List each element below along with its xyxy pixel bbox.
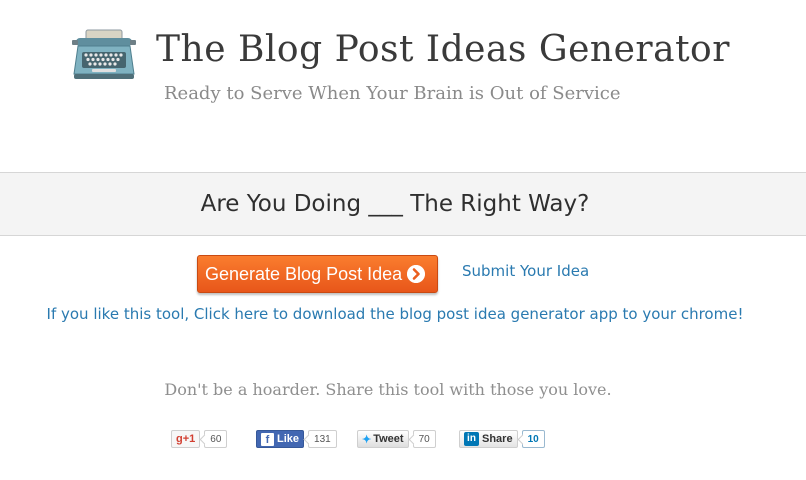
linkedin-share-button[interactable]: in Share [459, 430, 518, 448]
generate-idea-button[interactable]: Generate Blog Post Idea [197, 255, 438, 293]
linkedin-label: Share [482, 433, 513, 445]
linkedin-icon: in [464, 432, 479, 446]
generate-idea-label: Generate Blog Post Idea [205, 263, 403, 284]
chrome-app-link[interactable]: If you like this tool, Click here to dow… [0, 305, 790, 323]
twitter-count: 70 [412, 430, 436, 448]
facebook-count: 131 [308, 430, 337, 448]
google-plus-count: 60 [204, 430, 228, 448]
twitter-bird-icon: ✦ [362, 433, 372, 446]
idea-display: Are You Doing ___ The Right Way? [0, 172, 806, 236]
linkedin-count: 10 [521, 430, 545, 448]
facebook-label: Like [277, 433, 300, 445]
typewriter-icon [72, 29, 136, 79]
facebook-like-button[interactable]: f Like [256, 430, 305, 448]
google-plus-button[interactable]: g +1 [171, 430, 201, 448]
google-plus-label: +1 [182, 433, 196, 445]
google-plus-share: g +1 60 [171, 429, 228, 449]
share-prompt: Don't be a hoarder. Share this tool with… [164, 380, 612, 399]
google-plus-icon: g [176, 433, 183, 445]
generated-idea-text: Are You Doing ___ The Right Way? [200, 191, 590, 217]
page-title: The Blog Post Ideas Generator [156, 29, 730, 70]
site-header: The Blog Post Ideas Generator Ready to S… [0, 0, 806, 172]
facebook-share: f Like 131 [256, 429, 337, 449]
facebook-icon: f [261, 432, 274, 446]
linkedin-share: in Share 10 [459, 429, 545, 449]
chevron-right-circle-icon [407, 265, 425, 283]
twitter-share: ✦ Tweet 70 [357, 429, 436, 449]
tweet-button[interactable]: ✦ Tweet [357, 430, 409, 448]
tweet-label: Tweet [373, 433, 404, 445]
submit-idea-link[interactable]: Submit Your Idea [462, 262, 589, 280]
page-subtitle: Ready to Serve When Your Brain is Out of… [164, 83, 621, 104]
